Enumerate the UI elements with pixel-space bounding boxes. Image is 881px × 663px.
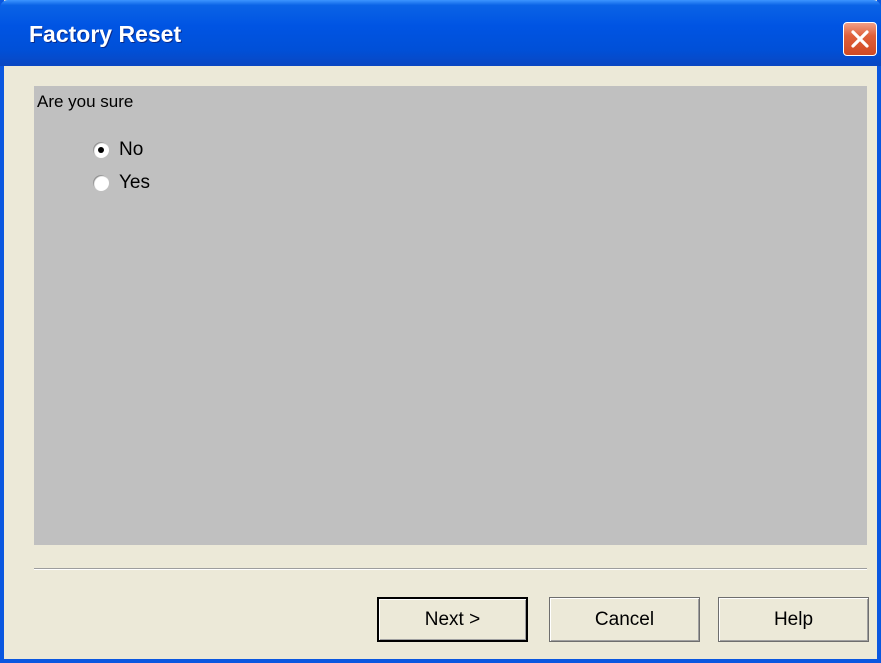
cancel-button[interactable]: Cancel bbox=[549, 597, 700, 642]
next-button[interactable]: Next > bbox=[377, 597, 528, 642]
radio-label-no: No bbox=[119, 139, 144, 160]
dialog-window: Factory Reset Are you sure No Yes Next >… bbox=[0, 0, 881, 663]
radio-option-no[interactable]: No bbox=[93, 139, 143, 161]
content-panel: Are you sure No Yes bbox=[34, 86, 867, 545]
question-label: Are you sure bbox=[37, 92, 134, 111]
radio-button-unchecked-icon[interactable] bbox=[93, 175, 109, 191]
separator bbox=[34, 568, 867, 570]
close-icon bbox=[851, 30, 869, 48]
radio-button-checked-icon[interactable] bbox=[93, 142, 109, 158]
radio-label-yes: Yes bbox=[119, 172, 150, 193]
window-title: Factory Reset bbox=[29, 21, 182, 47]
help-button[interactable]: Help bbox=[718, 597, 869, 642]
title-bar[interactable]: Factory Reset bbox=[0, 0, 881, 66]
radio-option-yes[interactable]: Yes bbox=[93, 172, 150, 194]
close-button[interactable] bbox=[843, 22, 877, 56]
